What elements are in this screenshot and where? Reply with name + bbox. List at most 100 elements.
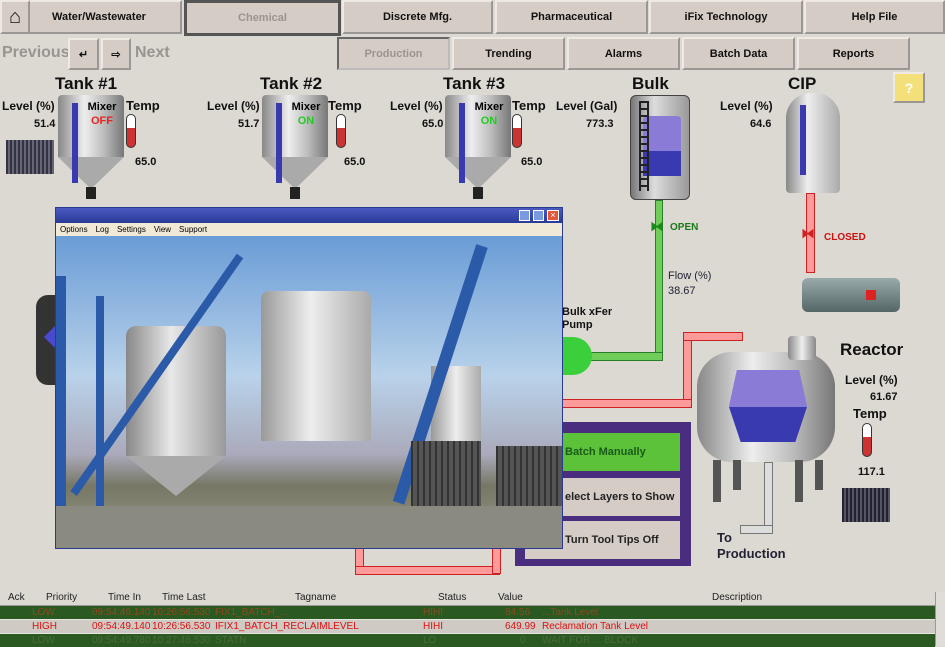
mixer-label: Mixer <box>87 101 117 113</box>
reactor-feed-pipe <box>560 399 692 408</box>
tank-vessel[interactable]: Mixer ON <box>262 95 328 200</box>
alarm-row[interactable]: HIGH 09:54:49.140 10:26:56.530 IFIX1_BATCH_… <box>0 620 935 633</box>
temp-value: 65.0 <box>344 156 366 168</box>
minimize-icon[interactable] <box>519 210 530 221</box>
level-label: Level (%) <box>207 99 260 113</box>
menu-options[interactable]: Options <box>60 225 88 234</box>
tab-alarms[interactable]: Alarms <box>567 37 680 70</box>
tab-trending[interactable]: Trending <box>452 37 565 70</box>
temp-label: Temp <box>512 98 546 113</box>
reactor-vessel[interactable] <box>697 352 835 462</box>
reactor-inlet-pipe <box>683 332 692 408</box>
mixer-label: Mixer <box>291 101 321 113</box>
previous-label[interactable]: Previous <box>2 44 70 62</box>
camera-window[interactable]: × Options Log Settings View Support <box>55 207 563 549</box>
reactor-temp-label: Temp <box>853 406 887 421</box>
thermometer-icon <box>336 114 346 148</box>
menu-view[interactable]: View <box>154 225 171 234</box>
cip-level-value: 64.6 <box>750 118 772 130</box>
temp-value: 65.0 <box>135 156 157 168</box>
level-value: 65.0 <box>422 118 444 130</box>
reactor-leg <box>733 460 741 490</box>
tank-name: Tank #1 <box>55 74 118 93</box>
level-label: Level (%) <box>390 99 443 113</box>
pump-label: Bulk xFer Pump <box>562 306 613 331</box>
camera-feed-image <box>56 236 562 548</box>
to-production-label: To Production <box>717 530 786 561</box>
temp-value: 65.0 <box>521 156 543 168</box>
menu-support[interactable]: Support <box>179 225 207 234</box>
help-button[interactable]: ? <box>893 72 925 103</box>
temp-label: Temp <box>126 98 160 113</box>
tab-water-wastewater[interactable]: Water/Wastewater <box>16 0 182 34</box>
tab-help-file[interactable]: Help File <box>804 0 945 34</box>
bulk-title: Bulk <box>632 74 669 93</box>
flow-label: Flow (%) <box>668 270 712 282</box>
tank-vessel[interactable]: Mixer ON <box>445 95 511 200</box>
level-label: Level (%) <box>2 99 55 113</box>
mini-trend-chart[interactable] <box>842 488 890 522</box>
return-pipe-bottom <box>355 566 500 575</box>
window-menu-bar: Options Log Settings View Support <box>56 223 562 236</box>
tank-vessel[interactable]: Mixer OFF <box>58 95 124 200</box>
col-ack[interactable]: Ack <box>8 592 25 603</box>
bulk-pump-pipe <box>590 352 663 361</box>
next-label[interactable]: Next <box>135 44 170 62</box>
previous-button[interactable]: ↵ <box>68 38 99 70</box>
col-priority[interactable]: Priority <box>46 592 77 603</box>
window-title-bar[interactable]: × <box>56 208 562 223</box>
menu-log[interactable]: Log <box>96 225 109 234</box>
close-icon[interactable]: × <box>547 210 559 221</box>
temp-label: Temp <box>328 98 362 113</box>
tab-chemical[interactable]: Chemical <box>184 0 341 36</box>
col-tagname[interactable]: Tagname <box>295 592 336 603</box>
valve-icon[interactable]: ⧓ <box>650 218 664 235</box>
bulk-level-value: 773.3 <box>586 118 614 130</box>
reactor-temp-value: 117.1 <box>858 466 885 478</box>
valve-icon[interactable]: ⧓ <box>801 225 815 242</box>
tab-production[interactable]: Production <box>337 37 450 70</box>
tab-ifix-technology[interactable]: iFix Technology <box>649 0 803 34</box>
alarm-row[interactable]: LOW 09:54:49.140 10:26:56.530 FIX1_BATCH_..… <box>0 606 935 619</box>
mixer-state[interactable]: OFF <box>82 115 122 127</box>
tab-discrete-mfg[interactable]: Discrete Mfg. <box>342 0 493 34</box>
tab-batch-data[interactable]: Batch Data <box>682 37 795 70</box>
col-description[interactable]: Description <box>712 592 762 603</box>
level-value: 51.4 <box>34 118 56 130</box>
cip-pump-motor[interactable] <box>802 278 900 312</box>
flow-value: 38.67 <box>668 285 696 297</box>
mixer-state[interactable]: ON <box>469 115 509 127</box>
mixer-label: Mixer <box>474 101 504 113</box>
menu-settings[interactable]: Settings <box>117 225 146 234</box>
alarm-summary-table[interactable]: Ack Priority Time In Time Last Tagname S… <box>0 592 935 647</box>
mixer-state[interactable]: ON <box>286 115 326 127</box>
mini-trend-chart[interactable] <box>6 140 54 174</box>
col-time-in[interactable]: Time In <box>108 592 141 603</box>
home-icon: ⌂ <box>8 5 22 28</box>
tab-pharmaceutical[interactable]: Pharmaceutical <box>495 0 648 34</box>
reactor-agitator <box>788 336 816 360</box>
reactor-leg <box>713 460 721 502</box>
alarm-scrollbar[interactable] <box>935 592 945 646</box>
col-time-last[interactable]: Time Last <box>162 592 206 603</box>
maximize-icon[interactable] <box>533 210 544 221</box>
cip-valve-state: CLOSED <box>824 232 866 243</box>
home-button-face[interactable]: ⌂ <box>0 0 30 34</box>
bulk-tank[interactable] <box>630 95 690 200</box>
reactor-level-value: 61.67 <box>870 391 898 403</box>
cip-level-label: Level (%) <box>720 99 773 113</box>
tab-reports[interactable]: Reports <box>797 37 910 70</box>
col-status[interactable]: Status <box>438 592 466 603</box>
reactor-level-label: Level (%) <box>845 373 898 387</box>
col-value[interactable]: Value <box>498 592 523 603</box>
thermometer-icon <box>126 114 136 148</box>
cip-tank[interactable] <box>786 93 840 193</box>
forward-arrow-icon: ⇨ <box>111 48 121 61</box>
bulk-transfer-pump[interactable] <box>562 337 592 375</box>
level-value: 51.7 <box>238 118 260 130</box>
alarm-row[interactable]: LOW 09:54:49.780 10:27:46.530 STATN LO 0 WAIT … <box>0 634 935 647</box>
reactor-leg <box>815 460 823 490</box>
next-button[interactable]: ⇨ <box>101 38 131 70</box>
bulk-level-label: Level (Gal) <box>556 99 618 113</box>
return-pipe-riser <box>492 548 501 574</box>
